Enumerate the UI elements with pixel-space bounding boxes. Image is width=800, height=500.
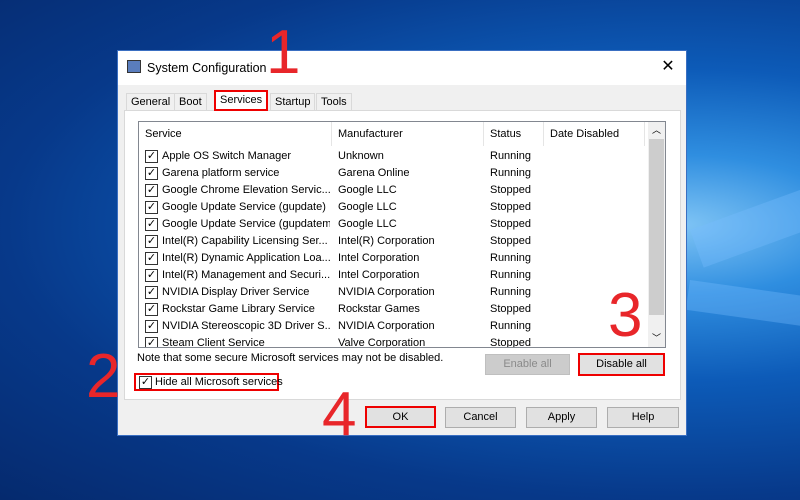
- system-configuration-window: System Configuration ✕ General Boot Star…: [117, 50, 687, 436]
- service-manufacturer: Intel(R) Corporation: [338, 235, 435, 247]
- service-name: Intel(R) Dynamic Application Loa...: [162, 252, 330, 264]
- service-checkbox[interactable]: ✓: [145, 184, 158, 197]
- service-name: Google Update Service (gupdate): [162, 201, 326, 213]
- service-name: Garena platform service: [162, 167, 280, 179]
- tab-startup[interactable]: Startup: [270, 93, 316, 110]
- service-name: Google Update Service (gupdatem): [162, 218, 330, 230]
- service-manufacturer: NVIDIA Corporation: [338, 286, 435, 298]
- service-name: NVIDIA Stereoscopic 3D Driver S...: [162, 320, 330, 332]
- service-manufacturer: NVIDIA Corporation: [338, 320, 435, 332]
- wallpaper-beam: [685, 280, 800, 338]
- service-status: Running: [490, 320, 531, 332]
- note-text: Note that some secure Microsoft services…: [137, 352, 444, 364]
- service-manufacturer: Google LLC: [338, 201, 397, 213]
- service-name: Rockstar Game Library Service: [162, 303, 315, 315]
- table-row[interactable]: ✓ Apple OS Switch Manager Unknown Runnin…: [139, 148, 647, 165]
- table-row[interactable]: ✓ Steam Client Service Valve Corporation…: [139, 335, 647, 348]
- service-name: Apple OS Switch Manager: [162, 150, 292, 162]
- annotation-4: 4: [322, 380, 357, 449]
- service-manufacturer: Google LLC: [338, 184, 397, 196]
- service-manufacturer: Valve Corporation: [338, 337, 426, 348]
- service-checkbox[interactable]: ✓: [145, 235, 158, 248]
- service-status: Running: [490, 286, 531, 298]
- window-title: System Configuration: [147, 61, 267, 75]
- service-manufacturer: Google LLC: [338, 218, 397, 230]
- service-checkbox[interactable]: ✓: [145, 201, 158, 214]
- service-checkbox[interactable]: ✓: [145, 337, 158, 347]
- scrollbar-thumb[interactable]: [649, 139, 664, 315]
- table-row[interactable]: ✓ Google Update Service (gupdatem) Googl…: [139, 216, 647, 233]
- service-checkbox[interactable]: ✓: [145, 269, 158, 282]
- service-checkbox[interactable]: ✓: [145, 320, 158, 333]
- service-name: Intel(R) Capability Licensing Ser...: [162, 235, 328, 247]
- service-status: Running: [490, 252, 531, 264]
- scroll-up-icon[interactable]: ︿: [648, 122, 665, 139]
- column-status[interactable]: Status: [484, 122, 544, 146]
- column-date-disabled[interactable]: Date Disabled: [544, 122, 645, 146]
- table-row[interactable]: ✓ NVIDIA Display Driver Service NVIDIA C…: [139, 284, 647, 301]
- table-row[interactable]: ✓ Intel(R) Dynamic Application Loa... In…: [139, 250, 647, 267]
- msconfig-icon: [127, 60, 141, 73]
- service-status: Running: [490, 269, 531, 281]
- service-status: Stopped: [490, 337, 531, 348]
- title-bar: System Configuration ✕: [118, 51, 686, 85]
- service-status: Stopped: [490, 201, 531, 213]
- table-row[interactable]: ✓ Intel(R) Capability Licensing Ser... I…: [139, 233, 647, 250]
- services-list: Service Manufacturer Status Date Disable…: [138, 121, 666, 348]
- services-panel: Service Manufacturer Status Date Disable…: [124, 110, 681, 400]
- service-status: Stopped: [490, 235, 531, 247]
- service-manufacturer: Unknown: [338, 150, 384, 162]
- table-row[interactable]: ✓ Google Update Service (gupdate) Google…: [139, 199, 647, 216]
- service-status: Stopped: [490, 303, 531, 315]
- service-checkbox[interactable]: ✓: [145, 150, 158, 163]
- service-status: Running: [490, 150, 531, 162]
- service-status: Stopped: [490, 184, 531, 196]
- disable-all-button[interactable]: Disable all: [578, 353, 665, 376]
- table-row[interactable]: ✓ Rockstar Game Library Service Rockstar…: [139, 301, 647, 318]
- hide-microsoft-services-checkbox[interactable]: ✓ Hide all Microsoft services: [134, 373, 283, 391]
- cancel-button[interactable]: Cancel: [445, 407, 516, 428]
- service-checkbox[interactable]: ✓: [145, 167, 158, 180]
- service-checkbox[interactable]: ✓: [145, 252, 158, 265]
- service-checkbox[interactable]: ✓: [145, 303, 158, 316]
- vertical-scrollbar[interactable]: ︿ ﹀: [648, 122, 665, 347]
- ok-button[interactable]: OK: [365, 406, 436, 428]
- apply-button[interactable]: Apply: [526, 407, 597, 428]
- service-name: NVIDIA Display Driver Service: [162, 286, 310, 298]
- tab-tools[interactable]: Tools: [316, 93, 352, 110]
- hide-microsoft-services-label: Hide all Microsoft services: [155, 376, 283, 388]
- table-row[interactable]: ✓ NVIDIA Stereoscopic 3D Driver S... NVI…: [139, 318, 647, 335]
- help-button[interactable]: Help: [607, 407, 679, 428]
- table-row[interactable]: ✓ Intel(R) Management and Securi... Inte…: [139, 267, 647, 284]
- service-name: Google Chrome Elevation Servic...: [162, 184, 330, 196]
- tab-boot[interactable]: Boot: [174, 93, 207, 110]
- annotation-3: 3: [608, 281, 643, 350]
- annotation-1: 1: [266, 18, 301, 87]
- wallpaper-beam: [690, 161, 800, 268]
- service-status: Stopped: [490, 218, 531, 230]
- column-manufacturer[interactable]: Manufacturer: [332, 122, 484, 146]
- column-service[interactable]: Service: [139, 122, 332, 146]
- service-manufacturer: Intel Corporation: [338, 269, 420, 281]
- checkbox[interactable]: ✓: [139, 376, 152, 389]
- table-row[interactable]: ✓ Garena platform service Garena Online …: [139, 165, 647, 182]
- service-manufacturer: Intel Corporation: [338, 252, 420, 264]
- table-row[interactable]: ✓ Google Chrome Elevation Servic... Goog…: [139, 182, 647, 199]
- tab-general[interactable]: General: [126, 93, 176, 110]
- close-icon[interactable]: ✕: [658, 57, 678, 77]
- tab-services[interactable]: Services: [214, 90, 269, 111]
- service-checkbox[interactable]: ✓: [145, 218, 158, 231]
- service-manufacturer: Rockstar Games: [338, 303, 420, 315]
- service-status: Running: [490, 167, 531, 179]
- service-checkbox[interactable]: ✓: [145, 286, 158, 299]
- service-manufacturer: Garena Online: [338, 167, 410, 179]
- service-name: Intel(R) Management and Securi...: [162, 269, 330, 281]
- service-name: Steam Client Service: [162, 337, 265, 348]
- scroll-down-icon[interactable]: ﹀: [648, 330, 665, 347]
- enable-all-button[interactable]: Enable all: [485, 354, 570, 375]
- annotation-2: 2: [86, 342, 121, 411]
